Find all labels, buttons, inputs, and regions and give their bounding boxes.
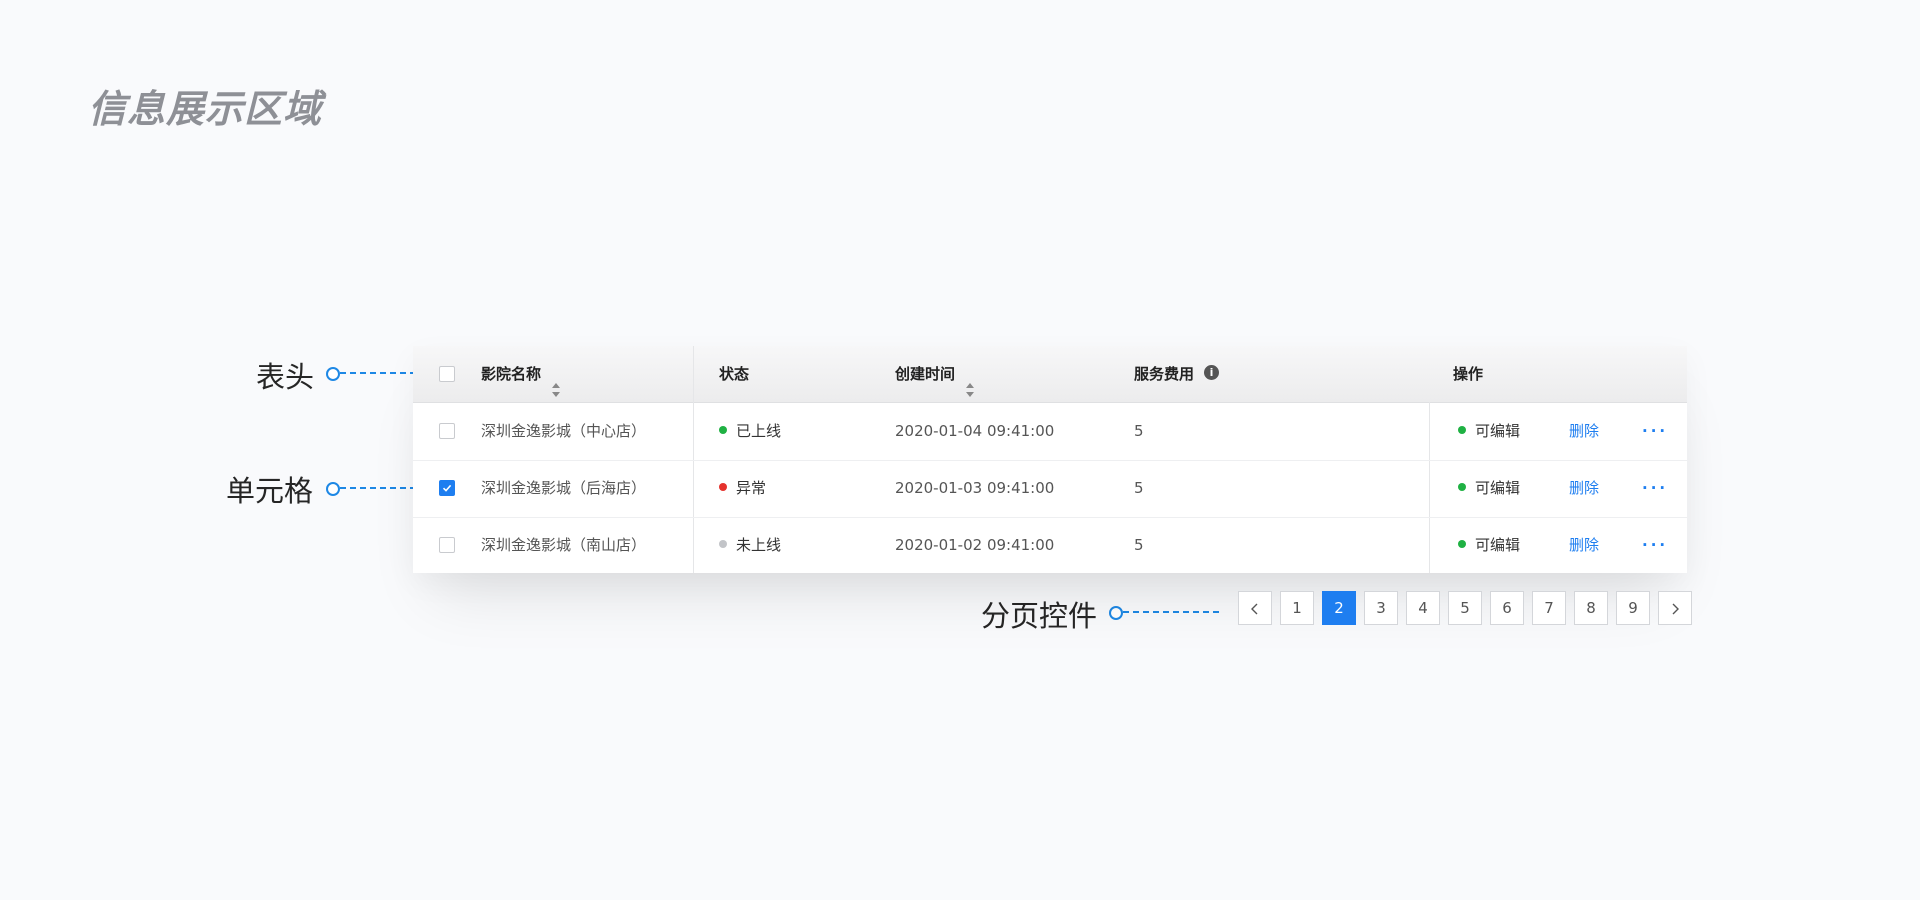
sort-icon[interactable]: [965, 365, 975, 397]
cinema-name: 深圳金逸影城（南山店）: [481, 536, 647, 554]
editable-status: 可编辑: [1458, 517, 1520, 574]
editable-dot: [1458, 425, 1466, 434]
chevron-left-icon: [1251, 603, 1258, 614]
service-fee: 5: [1134, 479, 1144, 497]
callout-dot-header: [326, 367, 340, 381]
status-cell: 已上线: [719, 403, 781, 460]
row-checkbox[interactable]: [439, 537, 455, 553]
delete-link[interactable]: 删除: [1569, 517, 1599, 574]
cinema-name: 深圳金逸影城（中心店）: [481, 422, 647, 440]
status-dot: [719, 539, 727, 548]
col-header-fee: 服务费用 i: [1134, 346, 1220, 402]
page-button-7[interactable]: 7: [1532, 591, 1566, 625]
service-fee: 5: [1134, 536, 1144, 554]
page-button-9[interactable]: 9: [1616, 591, 1650, 625]
page-button-5[interactable]: 5: [1448, 591, 1482, 625]
more-icon[interactable]: ···: [1642, 403, 1668, 460]
page-button-4[interactable]: 4: [1406, 591, 1440, 625]
next-page-button[interactable]: [1658, 591, 1692, 625]
page-button-8[interactable]: 8: [1574, 591, 1608, 625]
editable-status: 可编辑: [1458, 460, 1520, 517]
callout-line-pagination: [1123, 611, 1219, 613]
table-row: 深圳金逸影城（南山店） 未上线 2020-01-02 09:41:00 5 可编…: [413, 517, 1687, 574]
page-button-1[interactable]: 1: [1280, 591, 1314, 625]
editable-dot: [1458, 539, 1466, 548]
created-time: 2020-01-04 09:41:00: [895, 422, 1055, 440]
service-fee: 5: [1134, 422, 1144, 440]
col-header-name[interactable]: 影院名称: [481, 346, 561, 402]
col-header-status: 状态: [719, 365, 750, 383]
delete-link[interactable]: 删除: [1569, 460, 1599, 517]
editable-dot: [1458, 482, 1466, 491]
row-checkbox[interactable]: [439, 480, 455, 496]
page-button-2[interactable]: 2: [1322, 591, 1356, 625]
callout-label-pagination: 分页控件: [981, 599, 1098, 633]
table-row: 深圳金逸影城（中心店） 已上线 2020-01-04 09:41:00 5 可编…: [413, 403, 1687, 461]
page-button-6[interactable]: 6: [1490, 591, 1524, 625]
more-icon[interactable]: ···: [1642, 517, 1668, 574]
table-row: 深圳金逸影城（后海店） 异常 2020-01-03 09:41:00 5 可编辑…: [413, 460, 1687, 518]
cinema-name: 深圳金逸影城（后海店）: [481, 479, 647, 497]
page-title: 信息展示区域: [88, 87, 323, 131]
callout-dot-cell: [326, 482, 340, 496]
delete-link[interactable]: 删除: [1569, 403, 1599, 460]
created-time: 2020-01-02 09:41:00: [895, 536, 1055, 554]
status-dot: [719, 425, 727, 434]
created-time: 2020-01-03 09:41:00: [895, 479, 1055, 497]
col-header-created[interactable]: 创建时间: [895, 346, 975, 402]
sort-icon[interactable]: [551, 365, 561, 397]
data-table: 影院名称 状态 创建时间 服务费用 i 操作 深圳金逸影城（中心店） 已上线 20…: [413, 346, 1687, 573]
prev-page-button[interactable]: [1238, 591, 1272, 625]
select-all-checkbox[interactable]: [439, 366, 455, 382]
status-cell: 异常: [719, 460, 766, 517]
check-icon: [442, 484, 452, 492]
info-icon[interactable]: i: [1204, 365, 1220, 380]
chevron-right-icon: [1672, 603, 1679, 614]
callout-dot-pagination: [1109, 606, 1123, 620]
editable-status: 可编辑: [1458, 403, 1520, 460]
page-button-3[interactable]: 3: [1364, 591, 1398, 625]
status-dot: [719, 482, 727, 491]
callout-label-cell: 单元格: [226, 474, 314, 508]
status-cell: 未上线: [719, 517, 781, 574]
callout-label-header: 表头: [256, 360, 315, 394]
table-header: 影院名称 状态 创建时间 服务费用 i 操作: [413, 346, 1687, 403]
row-checkbox[interactable]: [439, 423, 455, 439]
more-icon[interactable]: ···: [1642, 460, 1668, 517]
col-header-action: 操作: [1453, 365, 1484, 383]
